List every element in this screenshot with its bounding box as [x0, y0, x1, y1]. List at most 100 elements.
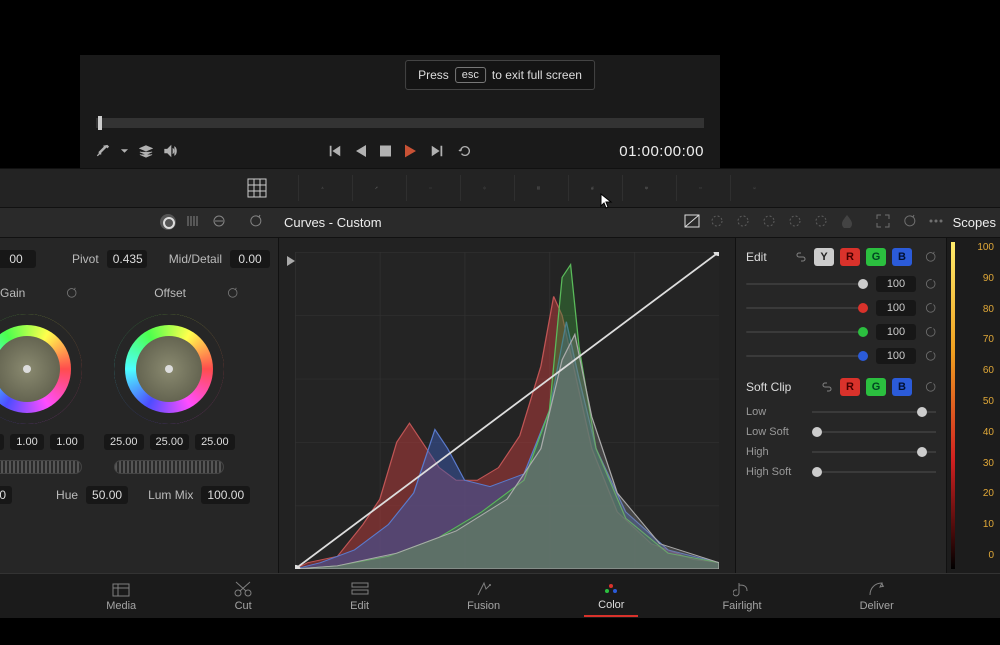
curves-panel[interactable]	[278, 238, 736, 573]
reset-softclip-icon[interactable]	[924, 381, 936, 393]
reset-gain-icon[interactable]	[65, 287, 77, 299]
loop-icon[interactable]	[458, 144, 472, 158]
timeline-scrubber[interactable]	[96, 118, 704, 128]
stop-icon[interactable]	[380, 144, 391, 158]
reset-edit-icon[interactable]	[924, 251, 936, 263]
channel-r-button[interactable]: R	[840, 248, 860, 266]
reset-g-icon[interactable]	[924, 326, 936, 338]
r-value[interactable]: 100	[876, 300, 916, 316]
reset-curves-icon[interactable]	[902, 214, 918, 230]
tab-fusion[interactable]: Fusion	[453, 577, 514, 616]
expand-icon[interactable]	[876, 214, 892, 230]
top-value[interactable]: 00	[0, 250, 36, 268]
reset-y-icon[interactable]	[924, 278, 936, 290]
motion-effects-icon[interactable]	[676, 175, 702, 201]
tracker-target-icon[interactable]	[460, 175, 486, 201]
y-slider[interactable]	[746, 283, 868, 285]
hue-vs-hue-icon[interactable]	[710, 214, 726, 230]
lummix-label: Lum Mix	[148, 488, 193, 502]
layers-icon[interactable]	[139, 144, 153, 158]
scope-tick: 40	[983, 427, 994, 438]
link-softclip-icon[interactable]	[820, 380, 834, 394]
eyedropper-icon[interactable]	[96, 144, 110, 158]
primaries-wheels-icon[interactable]	[160, 214, 176, 230]
blur-droplet-icon[interactable]	[568, 175, 594, 201]
lum-vs-sat-icon[interactable]	[788, 214, 804, 230]
r-slider[interactable]	[746, 307, 868, 309]
sc-low-slider[interactable]	[812, 411, 936, 413]
hue-value[interactable]: 50.00	[86, 486, 128, 504]
gain-val-3[interactable]: 1.00	[50, 434, 84, 450]
gain-jog[interactable]	[0, 460, 82, 474]
qualifier-eyedropper-icon[interactable]	[352, 175, 378, 201]
more-options-icon[interactable]	[928, 214, 944, 230]
window-ellipse-icon[interactable]	[406, 175, 432, 201]
scope-tick: 50	[983, 396, 994, 407]
gain-color-wheel[interactable]	[0, 314, 82, 424]
channel-b-button[interactable]: B	[892, 248, 912, 266]
primaries-log-icon[interactable]	[212, 214, 228, 230]
sc-highsoft-slider[interactable]	[812, 471, 936, 473]
sc-channel-b-button[interactable]: B	[892, 378, 912, 396]
gain-val-1[interactable]: 1.00	[0, 434, 4, 450]
play-icon[interactable]	[405, 144, 416, 158]
gain-val-2[interactable]: 1.00	[10, 434, 44, 450]
color-toolbar: 3D	[0, 168, 1000, 208]
offset-val-2[interactable]: 25.00	[150, 434, 190, 450]
prev-frame-icon[interactable]	[356, 144, 366, 158]
tab-media[interactable]: Media	[92, 577, 150, 616]
g-value[interactable]: 100	[876, 324, 916, 340]
scope-tick: 80	[983, 304, 994, 315]
sc-channel-r-button[interactable]: R	[840, 378, 860, 396]
sat-vs-sat-icon[interactable]	[814, 214, 830, 230]
sc-lowsoft-slider[interactable]	[812, 431, 936, 433]
curve-custom-icon[interactable]	[684, 214, 700, 230]
last-frame-icon[interactable]	[430, 144, 444, 158]
primaries-bars-icon[interactable]	[186, 214, 202, 230]
scopes-label[interactable]: Scopes	[953, 215, 996, 230]
offset-color-wheel[interactable]	[114, 314, 224, 424]
sc-high-slider[interactable]	[812, 451, 936, 453]
tab-color[interactable]: Color	[584, 576, 638, 617]
color-bars-icon[interactable]	[298, 175, 324, 201]
sc-low-label: Low	[746, 406, 802, 418]
reset-r-icon[interactable]	[924, 302, 936, 314]
reset-icon[interactable]	[248, 214, 264, 230]
lummix-value[interactable]: 100.00	[201, 486, 250, 504]
timecode[interactable]: 01:00:00:00	[619, 143, 704, 160]
y-value[interactable]: 100	[876, 276, 916, 292]
key-monitor-icon[interactable]	[622, 175, 648, 201]
tab-edit[interactable]: Edit	[336, 577, 383, 616]
b-slider[interactable]	[746, 355, 868, 357]
reset-b-icon[interactable]	[924, 350, 936, 362]
hue-vs-sat-icon[interactable]	[736, 214, 752, 230]
tab-fairlight[interactable]: Fairlight	[708, 577, 775, 616]
bottom-left-value[interactable]: 50.00	[0, 486, 12, 504]
pivot-value[interactable]: 0.435	[107, 250, 147, 268]
offset-val-3[interactable]: 25.00	[195, 434, 235, 450]
channel-g-button[interactable]: G	[866, 248, 886, 266]
first-frame-icon[interactable]	[328, 144, 342, 158]
3d-icon[interactable]: 3D	[730, 175, 756, 201]
sc-channel-g-button[interactable]: G	[866, 378, 886, 396]
curve-play-icon[interactable]	[287, 256, 295, 266]
channel-y-button[interactable]: Y	[814, 248, 834, 266]
sat-vs-lum-icon[interactable]	[840, 214, 856, 230]
b-value[interactable]: 100	[876, 348, 916, 364]
tab-cut[interactable]: Cut	[220, 577, 266, 616]
link-channels-icon[interactable]	[794, 250, 808, 264]
grid-panel-icon[interactable]	[514, 175, 540, 201]
color-wheels-icon[interactable]	[244, 175, 270, 201]
speaker-icon[interactable]	[163, 144, 177, 158]
reset-offset-icon[interactable]	[226, 287, 238, 299]
scope-tick: 30	[983, 458, 994, 469]
chevron-down-icon[interactable]	[120, 144, 129, 158]
curves-graph[interactable]	[295, 252, 719, 569]
scope-tick: 60	[983, 365, 994, 376]
offset-val-1[interactable]: 25.00	[104, 434, 144, 450]
hue-vs-lum-icon[interactable]	[762, 214, 778, 230]
offset-jog[interactable]	[114, 460, 224, 474]
g-slider[interactable]	[746, 331, 868, 333]
tab-deliver[interactable]: Deliver	[846, 577, 908, 616]
mid-detail-value[interactable]: 0.00	[230, 250, 270, 268]
